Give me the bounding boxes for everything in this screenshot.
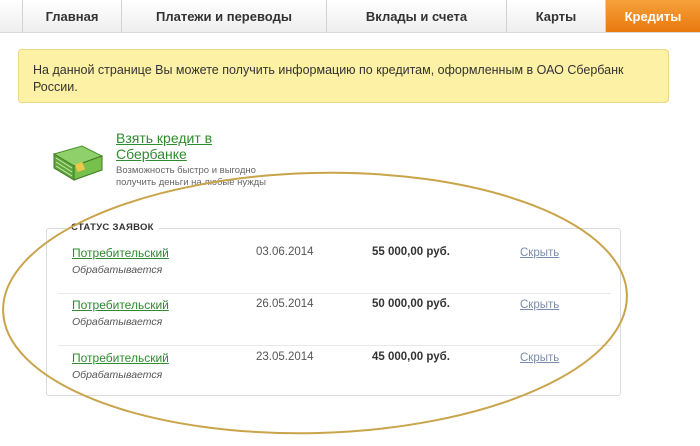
tab-deposits[interactable]: Вклады и счета <box>327 0 507 32</box>
date-text: 26.05.2014 <box>256 298 314 310</box>
status-text: Обрабатывается <box>72 369 163 381</box>
status-text: Обрабатывается <box>72 316 163 328</box>
tab-payments[interactable]: Платежи и переводы <box>122 0 327 32</box>
take-credit-link[interactable]: Взять кредит в Сбербанке <box>116 130 256 162</box>
tab-home[interactable]: Главная <box>22 0 122 32</box>
row-divider <box>58 293 611 294</box>
amount-text: 55 000,00 руб. <box>372 246 450 258</box>
table-row: Потребительский Обрабатывается 26.05.201… <box>58 296 611 346</box>
info-notice: На данной странице Вы можете получить ин… <box>18 49 669 103</box>
table-row: Потребительский Обрабатывается 23.05.201… <box>58 349 611 399</box>
credit-type-link[interactable]: Потребительский <box>72 298 169 312</box>
amount-text: 50 000,00 руб. <box>372 298 450 310</box>
promo-description: Возможность быстро и выгодно получить де… <box>116 165 267 188</box>
main-nav: Главная Платежи и переводы Вклады и счет… <box>0 0 700 33</box>
hide-link[interactable]: Скрыть <box>520 247 559 259</box>
panel-title: СТАТУС ЗАЯВОК <box>66 222 159 233</box>
date-text: 23.05.2014 <box>256 351 314 363</box>
tab-cards[interactable]: Карты <box>507 0 606 32</box>
hide-link[interactable]: Скрыть <box>520 299 559 311</box>
date-text: 03.06.2014 <box>256 246 314 258</box>
money-stack-icon <box>52 145 104 181</box>
row-divider <box>58 345 611 346</box>
status-text: Обрабатывается <box>72 264 163 276</box>
credit-type-link[interactable]: Потребительский <box>72 351 169 365</box>
amount-text: 45 000,00 руб. <box>372 351 450 363</box>
hide-link[interactable]: Скрыть <box>520 352 559 364</box>
tab-credits[interactable]: Кредиты <box>606 0 700 32</box>
table-row: Потребительский Обрабатывается 03.06.201… <box>58 244 611 294</box>
credit-type-link[interactable]: Потребительский <box>72 246 169 260</box>
